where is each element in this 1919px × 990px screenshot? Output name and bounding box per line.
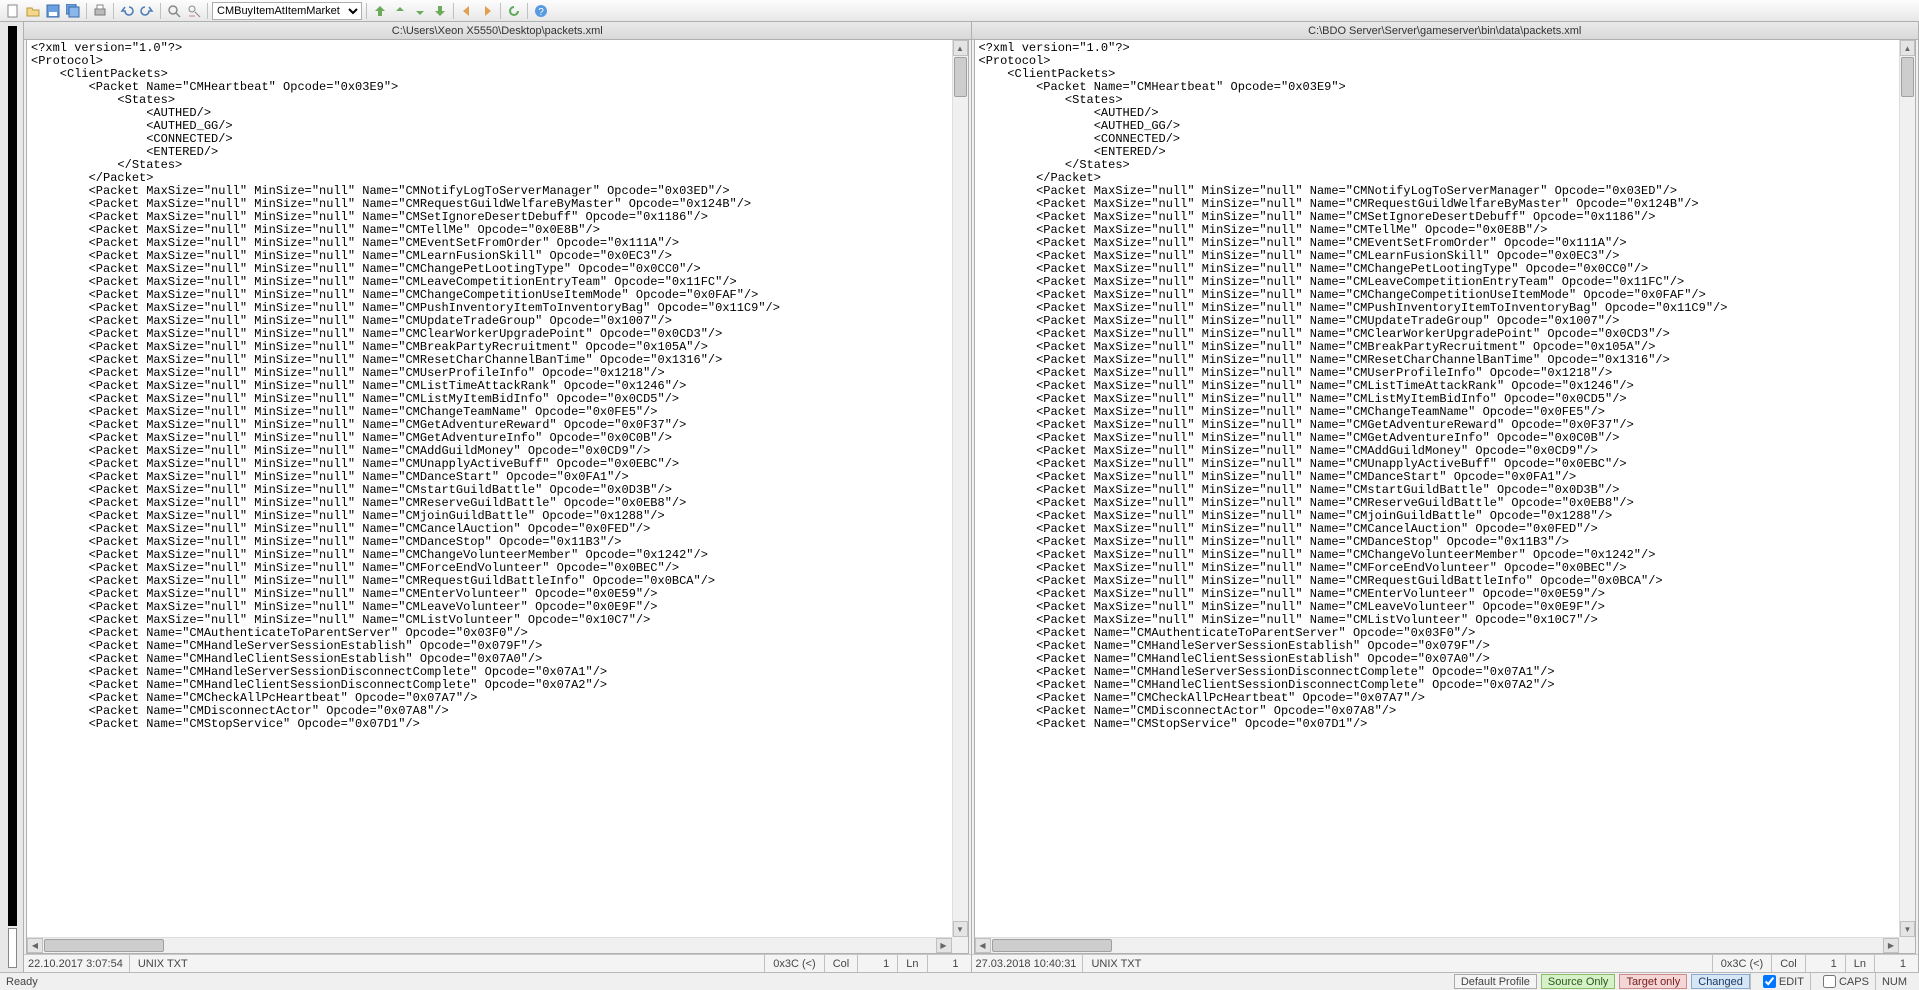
hscroll-thumb[interactable] (44, 939, 164, 952)
packet-select[interactable]: CMBuyItemAtItemMarket (212, 2, 362, 20)
copy-right-icon[interactable] (478, 2, 496, 20)
scroll-up-icon[interactable]: ▲ (953, 40, 968, 56)
code-line[interactable]: <Packet Name="CMStopService" Opcode="0x0… (979, 718, 1896, 731)
right-status-ln-label: Ln (1845, 955, 1874, 972)
right-status-datetime: 27.03.2018 10:40:31 (976, 958, 1077, 970)
replace-icon[interactable] (185, 2, 203, 20)
overview-thumb-bottom (8, 928, 17, 968)
right-status-encoding: UNIX TXT (1082, 955, 1149, 972)
scroll-down-icon[interactable]: ▼ (1900, 921, 1915, 937)
scroll-down-icon[interactable]: ▼ (953, 921, 968, 937)
overview-thumb-top (8, 26, 17, 926)
main-split: C:\Users\Xeon X5550\Desktop\packets.xml … (0, 22, 1919, 972)
scroll-right-icon[interactable]: ▶ (936, 938, 952, 953)
right-vertical-scrollbar[interactable]: ▲ ▼ (1899, 40, 1915, 937)
left-status-char: 0x3C (<) (764, 955, 824, 972)
code-line[interactable]: </States> (979, 159, 1896, 172)
scroll-left-icon[interactable]: ◀ (975, 938, 991, 953)
left-pane-title: C:\Users\Xeon X5550\Desktop\packets.xml (24, 22, 971, 40)
open-icon[interactable] (24, 2, 42, 20)
code-line[interactable]: <?xml version="1.0"?> (979, 42, 1896, 55)
main-toolbar: CMBuyItemAtItemMarket ? (0, 0, 1919, 22)
refresh-icon[interactable] (505, 2, 523, 20)
status-num: NUM (1875, 973, 1913, 990)
scroll-corner (952, 937, 968, 953)
right-pane: C:\BDO Server\Server\gameserver\bin\data… (972, 22, 1919, 972)
right-pane-title: C:\BDO Server\Server\gameserver\bin\data… (972, 22, 1919, 40)
status-ready: Ready (6, 976, 38, 988)
code-line[interactable]: <Protocol> (979, 55, 1896, 68)
save-icon[interactable] (44, 2, 62, 20)
first-diff-icon[interactable] (371, 2, 389, 20)
scroll-thumb[interactable] (1901, 57, 1914, 97)
status-changed[interactable]: Changed (1691, 974, 1750, 989)
hscroll-thumb[interactable] (992, 939, 1112, 952)
svg-text:?: ? (538, 7, 544, 18)
left-status-col: 1 (857, 955, 897, 972)
undo-icon[interactable] (118, 2, 136, 20)
left-status-encoding: UNIX TXT (129, 955, 196, 972)
scroll-thumb[interactable] (954, 57, 967, 97)
left-horizontal-scrollbar[interactable]: ◀ ▶ (27, 937, 952, 953)
print-icon[interactable] (91, 2, 109, 20)
caps-checkbox[interactable] (1823, 975, 1836, 988)
right-status-ln: 1 (1874, 955, 1914, 972)
code-line[interactable]: <Packet Name="CMStopService" Opcode="0x0… (31, 718, 948, 731)
scroll-up-icon[interactable]: ▲ (1900, 40, 1915, 56)
find-icon[interactable] (165, 2, 183, 20)
status-profile[interactable]: Default Profile (1454, 974, 1537, 989)
code-line[interactable]: <?xml version="1.0"?> (31, 42, 948, 55)
help-icon[interactable]: ? (532, 2, 550, 20)
right-status-char: 0x3C (<) (1712, 955, 1772, 972)
status-edit: EDIT (1750, 973, 1810, 990)
status-caps: CAPS (1810, 973, 1875, 990)
left-vertical-scrollbar[interactable]: ▲ ▼ (952, 40, 968, 937)
right-horizontal-scrollbar[interactable]: ◀ ▶ (975, 937, 1900, 953)
left-editor[interactable]: <?xml version="1.0"?><Protocol> <ClientP… (27, 40, 952, 937)
left-status-col-label: Col (824, 955, 858, 972)
scroll-corner (1899, 937, 1915, 953)
diff-overview-gutter[interactable] (0, 22, 24, 972)
left-status-datetime: 22.10.2017 3:07:54 (28, 958, 123, 970)
save-all-icon[interactable] (64, 2, 82, 20)
redo-icon[interactable] (138, 2, 156, 20)
right-editor[interactable]: <?xml version="1.0"?><Protocol> <ClientP… (975, 40, 1900, 937)
right-editor-wrap: <?xml version="1.0"?><Protocol> <ClientP… (974, 40, 1917, 954)
left-status-ln-label: Ln (897, 955, 926, 972)
status-source-only[interactable]: Source Only (1541, 974, 1616, 989)
app-status-bar: Ready Default Profile Source Only Target… (0, 972, 1919, 990)
scroll-left-icon[interactable]: ◀ (27, 938, 43, 953)
code-line[interactable]: </States> (31, 159, 948, 172)
next-diff-icon[interactable] (411, 2, 429, 20)
left-pane: C:\Users\Xeon X5550\Desktop\packets.xml … (24, 22, 972, 972)
prev-diff-icon[interactable] (391, 2, 409, 20)
scroll-right-icon[interactable]: ▶ (1883, 938, 1899, 953)
right-status-col: 1 (1805, 955, 1845, 972)
left-pane-status: 22.10.2017 3:07:54 UNIX TXT 0x3C (<) Col… (24, 954, 971, 972)
code-line[interactable]: <Protocol> (31, 55, 948, 68)
edit-checkbox[interactable] (1763, 975, 1776, 988)
right-status-col-label: Col (1771, 955, 1805, 972)
right-pane-status: 27.03.2018 10:40:31 UNIX TXT 0x3C (<) Co… (972, 954, 1919, 972)
status-target-only[interactable]: Target only (1619, 974, 1687, 989)
copy-left-icon[interactable] (458, 2, 476, 20)
last-diff-icon[interactable] (431, 2, 449, 20)
left-editor-wrap: <?xml version="1.0"?><Protocol> <ClientP… (26, 40, 969, 954)
left-status-ln: 1 (927, 955, 967, 972)
new-icon[interactable] (4, 2, 22, 20)
